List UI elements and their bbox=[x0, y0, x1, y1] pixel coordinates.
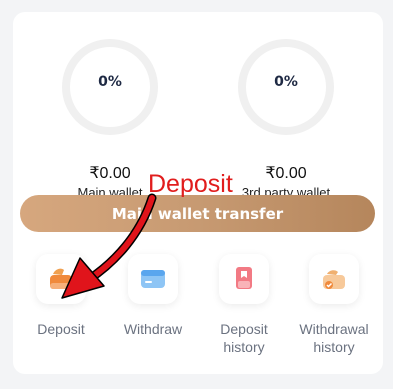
main-wallet-progress-ring: 0% bbox=[60, 37, 160, 137]
main-wallet-transfer-button[interactable]: Main wallet transfer bbox=[20, 195, 375, 232]
card-icon bbox=[128, 254, 178, 304]
withdrawal-history-action[interactable]: Withdrawal history bbox=[288, 254, 380, 356]
third-party-wallet: 0% ₹0.00 3rd party wallet bbox=[211, 37, 361, 200]
third-party-wallet-percent: 0% bbox=[274, 74, 298, 90]
withdraw-action[interactable]: Withdraw bbox=[107, 254, 199, 338]
withdraw-label: Withdraw bbox=[123, 321, 183, 337]
deposit-annotation-text: Deposit bbox=[148, 170, 233, 198]
deposit-history-label: Deposit history bbox=[220, 321, 268, 355]
deposit-label: Deposit bbox=[37, 321, 85, 337]
wallet-check-icon bbox=[309, 254, 359, 304]
main-wallet-percent: 0% bbox=[98, 74, 122, 90]
deposit-action[interactable]: Deposit bbox=[15, 254, 107, 338]
third-party-wallet-amount: ₹0.00 bbox=[265, 165, 307, 182]
withdrawal-history-label: Withdrawal history bbox=[299, 321, 369, 355]
document-icon bbox=[219, 254, 269, 304]
deposit-history-action[interactable]: Deposit history bbox=[198, 254, 290, 356]
third-party-wallet-progress-ring: 0% bbox=[236, 37, 336, 137]
wallet-icon bbox=[36, 254, 86, 304]
